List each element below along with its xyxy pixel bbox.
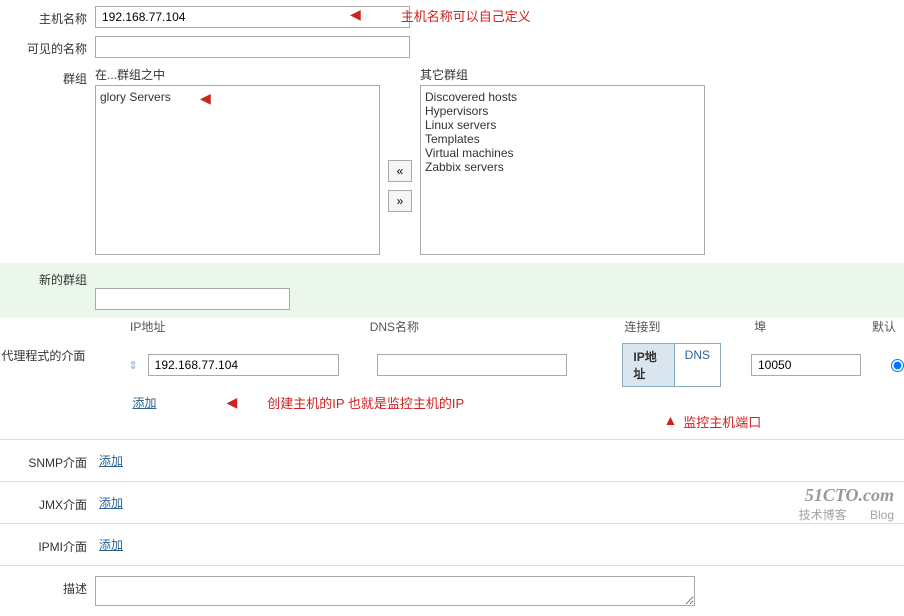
ipmi-iface-label: IPMI介面 — [0, 534, 95, 555]
other-groups-list[interactable]: Discovered hosts Hypervisors Linux serve… — [420, 85, 705, 255]
drag-handle-icon[interactable]: ⇕ — [128, 359, 137, 372]
col-dns-header: DNS名称 — [370, 318, 625, 335]
list-item[interactable]: Hypervisors — [425, 104, 700, 118]
list-item[interactable]: Linux servers — [425, 118, 700, 132]
arrow-icon: ◀ — [200, 90, 211, 107]
jmx-iface-label: JMX介面 — [0, 492, 95, 513]
in-groups-label: 在...群组之中 — [95, 66, 380, 83]
ipmi-add-link[interactable]: 添加 — [95, 536, 123, 553]
list-item[interactable]: Discovered hosts — [425, 90, 700, 104]
watermark: 51CTO.com 技术博客 Blog — [799, 485, 894, 523]
in-groups-list[interactable]: glory Servers ◀ — [95, 85, 380, 255]
agent-dns-input[interactable] — [377, 354, 568, 376]
move-left-button[interactable]: « — [388, 160, 412, 182]
other-groups-label: 其它群组 — [420, 66, 705, 83]
visible-name-input[interactable] — [95, 36, 410, 58]
connect-ip-button[interactable]: IP地址 — [622, 343, 673, 387]
new-group-input[interactable] — [95, 288, 290, 310]
arrow-icon: ◀ — [226, 394, 237, 411]
groups-label: 群组 — [0, 66, 95, 87]
description-label: 描述 — [0, 576, 95, 597]
agent-port-input[interactable] — [751, 354, 861, 376]
annotation-port: 监控主机端口 — [683, 412, 761, 431]
move-right-button[interactable]: » — [388, 190, 412, 212]
watermark-domain: 51CTO.com — [799, 485, 894, 506]
col-port-header: 埠 — [754, 318, 864, 335]
arrow-icon: ◀ — [350, 6, 361, 23]
list-item[interactable]: glory Servers — [100, 90, 375, 104]
agent-iface-label: 代理程式的介面 — [0, 343, 93, 364]
list-item[interactable]: Zabbix servers — [425, 160, 700, 174]
description-textarea[interactable] — [95, 576, 695, 606]
col-default-header: 默认 — [864, 318, 904, 335]
host-name-label: 主机名称 — [0, 6, 95, 27]
col-ip-header: IP地址 — [130, 318, 370, 335]
snmp-add-link[interactable]: 添加 — [95, 452, 123, 469]
agent-add-link[interactable]: 添加 — [128, 394, 156, 411]
host-name-input[interactable] — [95, 6, 410, 28]
agent-ip-input[interactable] — [148, 354, 339, 376]
watermark-sub: 技术博客 — [799, 508, 847, 522]
watermark-tag: Blog — [870, 508, 894, 522]
visible-name-label: 可见的名称 — [0, 36, 95, 57]
connect-dns-button[interactable]: DNS — [674, 343, 721, 387]
col-connect-header: 连接到 — [624, 318, 754, 335]
arrow-icon: ▲ — [663, 412, 677, 431]
annotation-hostname: 主机名称可以自己定义 — [401, 6, 531, 25]
snmp-iface-label: SNMP介面 — [0, 450, 95, 471]
list-item[interactable]: Templates — [425, 132, 700, 146]
jmx-add-link[interactable]: 添加 — [95, 494, 123, 511]
annotation-ip: 创建主机的IP 也就是监控主机的IP — [267, 393, 464, 412]
agent-default-radio[interactable] — [891, 359, 904, 372]
new-group-label: 新的群组 — [0, 271, 95, 288]
list-item[interactable]: Virtual machines — [425, 146, 700, 160]
